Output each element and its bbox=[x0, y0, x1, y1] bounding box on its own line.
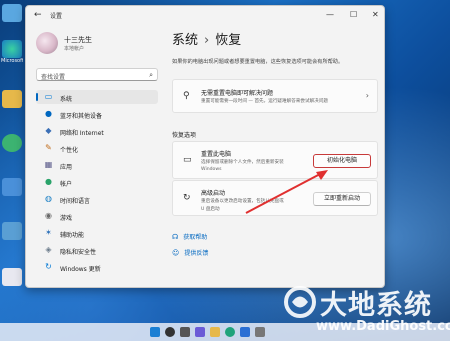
watermark: 大地系统 www.DadiGhost.com bbox=[282, 281, 450, 341]
widgets-icon[interactable] bbox=[195, 327, 205, 337]
settings-icon[interactable] bbox=[255, 327, 265, 337]
store-icon[interactable] bbox=[240, 327, 250, 337]
file-explorer-icon[interactable] bbox=[210, 327, 220, 337]
watermark-main-text: 大地系统 bbox=[320, 290, 432, 321]
search-icon[interactable] bbox=[165, 327, 175, 337]
task-view-icon[interactable] bbox=[180, 327, 190, 337]
watermark-logo-icon bbox=[284, 286, 316, 318]
start-icon[interactable] bbox=[150, 327, 160, 337]
edge-icon[interactable] bbox=[225, 327, 235, 337]
watermark-url: www.DadiGhost.com bbox=[316, 319, 450, 334]
